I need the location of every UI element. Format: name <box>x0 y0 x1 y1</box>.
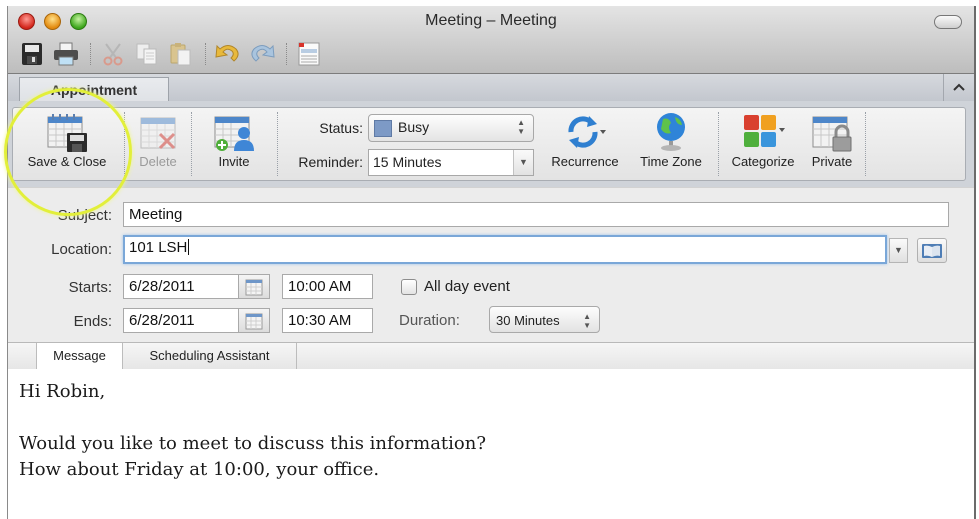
ribbon-tab-strip: Appointment <box>8 74 974 102</box>
form-icon[interactable] <box>295 41 323 67</box>
address-book-button[interactable] <box>917 238 947 263</box>
globe-icon <box>657 113 685 151</box>
window-title: Meeting – Meeting <box>425 12 557 29</box>
message-line: Would you like to meet to discuss this i… <box>19 433 486 454</box>
calendar-save-icon <box>47 114 87 152</box>
end-date-picker-button[interactable] <box>239 308 270 333</box>
updown-arrows-icon: ▲ ▼ <box>583 312 591 330</box>
subject-input[interactable]: Meeting <box>123 202 949 227</box>
ribbon-group: Save & Close Delete Invite Status: Busy … <box>12 107 966 181</box>
recurrence-button[interactable]: Recurrence <box>545 110 625 178</box>
time-zone-label: Time Zone <box>640 154 702 169</box>
status-color-swatch <box>374 120 392 137</box>
categorize-icon <box>744 115 785 147</box>
duration-select[interactable]: 30 Minutes ▲ ▼ <box>489 306 600 333</box>
message-body-editor[interactable]: Hi Robin, Would you like to meet to disc… <box>8 369 974 519</box>
ribbon-separator <box>124 112 125 176</box>
tab-appointment[interactable]: Appointment <box>19 77 169 102</box>
private-button[interactable]: Private <box>803 110 861 178</box>
calendar-invite-icon <box>214 116 254 151</box>
toolbar-separator <box>286 43 287 65</box>
address-book-icon <box>922 243 942 258</box>
message-line: How about Friday at 10:00, your office. <box>19 459 380 480</box>
copy-icon[interactable] <box>133 41 161 67</box>
message-tab-strip: Message Scheduling Assistant <box>8 342 974 370</box>
standard-toolbar <box>18 40 329 68</box>
paste-icon[interactable] <box>167 41 195 67</box>
end-time-input[interactable]: 10:30 AM <box>282 308 373 333</box>
categorize-label: Categorize <box>731 154 795 169</box>
subject-label: Subject: <box>57 207 112 224</box>
appointment-window: Meeting – Meeting Appointment Save & Clo… <box>7 6 976 519</box>
toolbar-toggle-button[interactable] <box>934 15 962 29</box>
redo-icon[interactable] <box>248 41 276 67</box>
chevron-up-icon <box>953 83 965 91</box>
ends-label: Ends: <box>73 313 112 330</box>
all-day-event-label[interactable]: All day event <box>424 278 510 295</box>
invite-label: Invite <box>218 154 250 169</box>
ribbon-separator <box>277 112 278 176</box>
save-close-label: Save & Close <box>27 154 107 169</box>
tab-message[interactable]: Message <box>37 343 123 370</box>
toolbar-separator <box>90 43 91 65</box>
calendar-icon <box>245 279 263 295</box>
text-caret <box>188 239 190 255</box>
cut-icon[interactable] <box>99 41 127 67</box>
duration-value: 30 Minutes <box>496 313 560 328</box>
status-select[interactable]: Busy ▲ ▼ <box>368 114 534 142</box>
start-date-input[interactable]: 6/28/2011 <box>123 274 239 299</box>
reminder-select[interactable]: 15 Minutes ▼ <box>368 149 534 176</box>
ribbon-separator <box>718 112 719 176</box>
save-close-button[interactable]: Save & Close <box>15 110 119 178</box>
private-label: Private <box>811 154 853 169</box>
save-icon[interactable] <box>18 41 46 67</box>
reminder-label: Reminder: <box>298 154 363 170</box>
start-time-input[interactable]: 10:00 AM <box>282 274 373 299</box>
status-value: Busy <box>398 119 430 135</box>
ribbon-separator <box>191 112 192 176</box>
time-zone-button[interactable]: Time Zone <box>631 110 711 178</box>
location-dropdown-button[interactable]: ▼ <box>889 238 908 263</box>
delete-label: Delete <box>139 154 177 169</box>
end-date-input[interactable]: 6/28/2011 <box>123 308 239 333</box>
message-line: Hi Robin, <box>19 381 106 402</box>
location-value: 101 LSH <box>129 239 188 256</box>
collapse-ribbon-button[interactable] <box>943 74 974 101</box>
all-day-event-checkbox[interactable] <box>401 279 417 295</box>
title-bar: Meeting – Meeting <box>8 6 974 74</box>
calendar-lock-icon <box>812 116 852 152</box>
invite-button[interactable]: Invite <box>199 110 269 178</box>
recurrence-icon <box>568 116 606 148</box>
location-input[interactable]: 101 LSH <box>123 235 887 264</box>
delete-button[interactable]: Delete <box>129 110 187 178</box>
print-icon[interactable] <box>52 41 80 67</box>
ribbon-separator <box>865 112 866 176</box>
dropdown-arrow-icon[interactable]: ▼ <box>513 150 533 175</box>
toolbar-separator <box>205 43 206 65</box>
ribbon: Save & Close Delete Invite Status: Busy … <box>8 101 974 187</box>
appointment-form: Subject: Meeting Location: 101 LSH ▼ Sta… <box>8 187 974 342</box>
calendar-icon <box>245 313 263 329</box>
updown-arrows-icon: ▲ ▼ <box>517 118 525 136</box>
duration-label: Duration: <box>399 312 460 329</box>
calendar-delete-icon <box>140 117 176 150</box>
starts-label: Starts: <box>68 279 112 296</box>
location-label: Location: <box>51 241 112 258</box>
reminder-value: 15 Minutes <box>373 154 442 170</box>
status-label: Status: <box>319 120 363 136</box>
tab-gap <box>8 343 37 369</box>
tab-scheduling-assistant[interactable]: Scheduling Assistant <box>123 343 297 369</box>
undo-icon[interactable] <box>214 41 242 67</box>
categorize-button[interactable]: Categorize <box>723 110 803 178</box>
start-date-picker-button[interactable] <box>239 274 270 299</box>
recurrence-label: Recurrence <box>551 154 619 169</box>
